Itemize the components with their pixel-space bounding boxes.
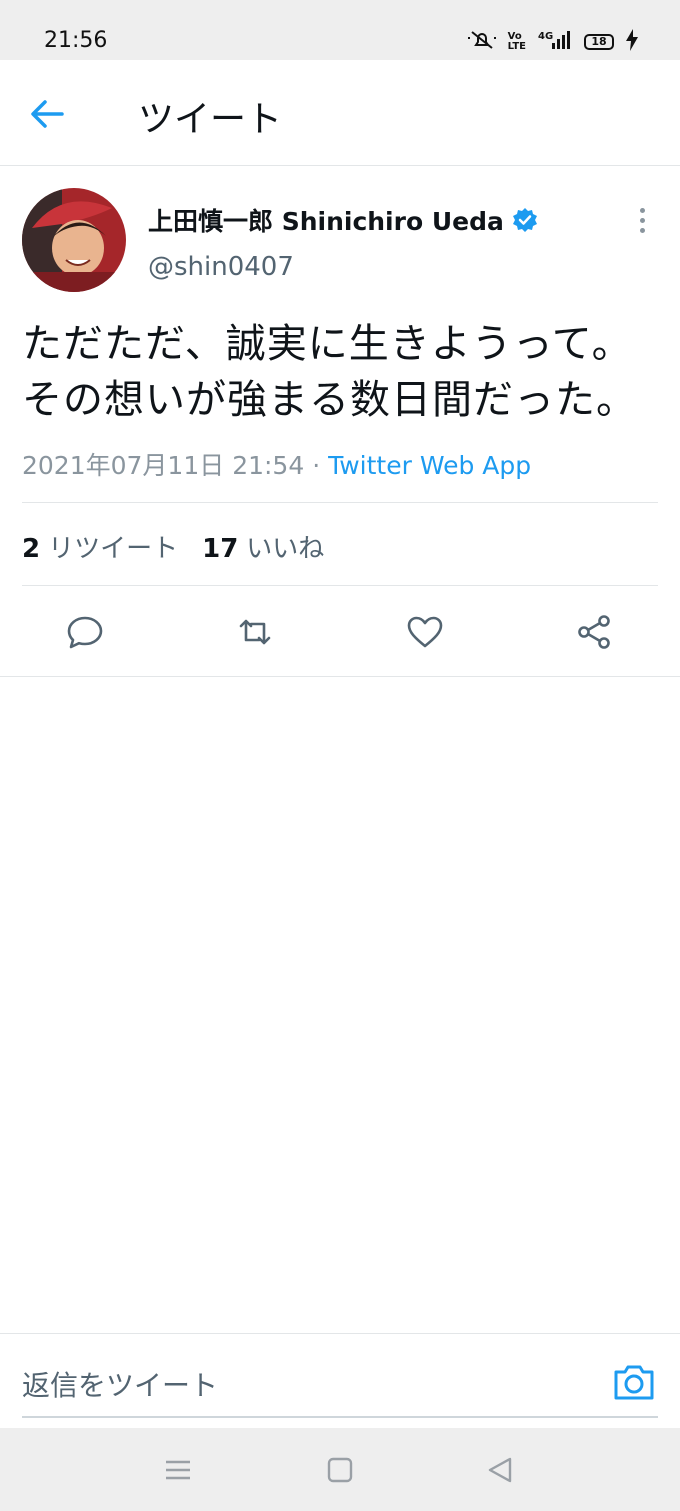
menu-icon — [166, 1460, 190, 1480]
status-icons: Vo LTE 4G 18 — [467, 29, 638, 55]
nav-back-button[interactable] — [484, 1454, 516, 1486]
share-icon — [578, 615, 610, 649]
system-nav-bar — [0, 1428, 680, 1511]
retweet-count: 2 — [22, 534, 41, 564]
battery-icon: 18 — [584, 34, 614, 50]
like-label: いいね — [246, 534, 325, 564]
verified-badge-icon — [512, 207, 538, 233]
svg-text:4G: 4G — [538, 31, 553, 42]
more-dot — [639, 207, 645, 213]
more-options-button[interactable] — [628, 204, 656, 236]
reply-icon — [67, 616, 103, 649]
status-time: 21:56 — [44, 28, 108, 53]
volte-icon: Vo LTE — [507, 31, 526, 52]
back-button[interactable] — [30, 96, 78, 132]
arrow-left-icon — [31, 100, 64, 128]
reply-input[interactable]: 返信をツイート — [22, 1364, 218, 1404]
like-count: 17 — [202, 534, 239, 564]
page-title: ツイート — [138, 99, 283, 140]
avatar[interactable] — [22, 188, 126, 292]
tweet-source[interactable]: Twitter Web App — [328, 451, 531, 480]
retweet-button[interactable] — [233, 610, 277, 654]
home-square-icon — [327, 1457, 353, 1483]
divider — [0, 676, 680, 677]
author-handle[interactable]: @shin0407 — [148, 252, 294, 282]
4g-signal-icon: 4G — [538, 29, 572, 55]
charging-icon — [626, 29, 638, 55]
retweet-icon — [239, 619, 271, 645]
mute-icon — [467, 29, 496, 55]
tweet-text: ただただ、誠実に生きようって。 その想いが強まる数日間だった。 — [22, 316, 662, 428]
camera-button[interactable] — [612, 1360, 656, 1404]
like-icon — [407, 616, 443, 648]
retweet-stat[interactable]: 2 リツイート — [22, 528, 178, 565]
more-dot — [639, 227, 645, 233]
display-name[interactable]: 上田慎一郎 Shinichiro Ueda — [148, 202, 504, 238]
more-dot — [639, 217, 645, 223]
tweet-text-line: その想いが強まる数日間だった。 — [22, 377, 637, 423]
reply-input-underline — [22, 1416, 658, 1418]
retweet-label: リツイート — [48, 534, 179, 564]
tweet-meta: 2021年07月11日 21:54 · Twitter Web App — [22, 446, 531, 482]
share-button[interactable] — [573, 610, 617, 654]
app-header: ツイート — [0, 60, 680, 166]
camera-icon — [614, 1365, 654, 1400]
tweet-text-line: ただただ、誠実に生きようって。 — [22, 321, 633, 367]
back-triangle-icon — [488, 1457, 512, 1483]
reply-bar: 返信をツイート — [0, 1333, 680, 1429]
meta-separator: · — [304, 451, 329, 480]
tweet-actions — [0, 586, 680, 678]
like-button[interactable] — [403, 610, 447, 654]
home-button[interactable] — [324, 1454, 356, 1486]
tweet-stats: 2 リツイート 17 いいね — [22, 528, 324, 565]
status-bar: 21:56 Vo LTE 4G 18 — [0, 0, 680, 60]
tweet-timestamp[interactable]: 2021年07月11日 21:54 — [22, 451, 304, 480]
author-name-line: 上田慎一郎 Shinichiro Ueda — [148, 202, 538, 238]
reply-button[interactable] — [63, 610, 107, 654]
divider — [22, 502, 658, 503]
recent-apps-button[interactable] — [162, 1454, 194, 1486]
like-stat[interactable]: 17 いいね — [202, 528, 324, 565]
